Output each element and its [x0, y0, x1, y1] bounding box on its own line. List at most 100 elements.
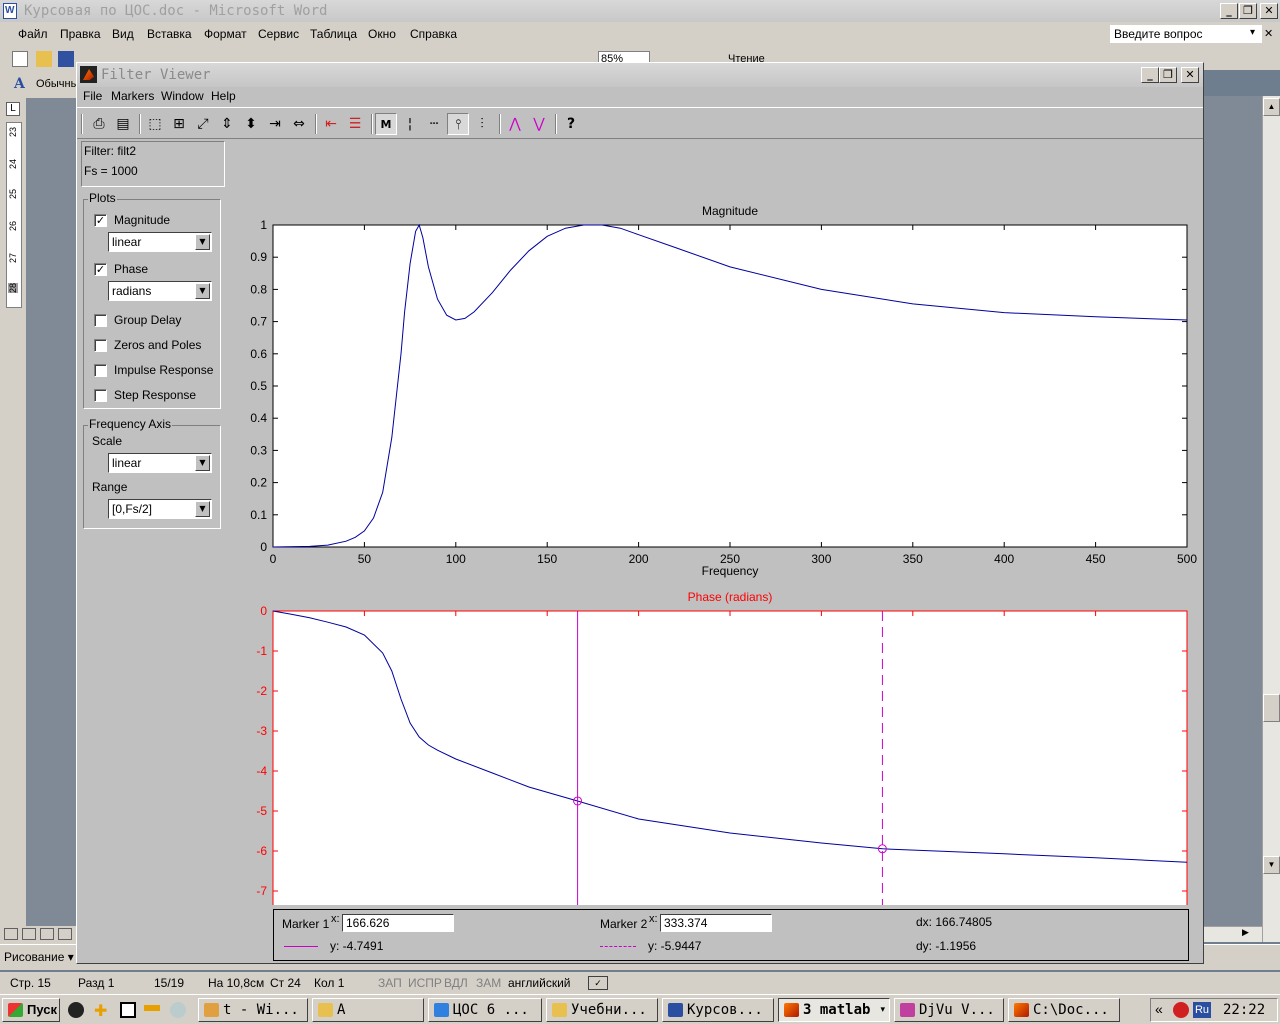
status-section: Разд 1 — [78, 976, 115, 990]
status-ext[interactable]: ВДЛ — [444, 976, 468, 990]
word-minimize-button[interactable]: _ — [1220, 3, 1238, 19]
marker2-x-input[interactable]: 333.374 — [660, 914, 772, 932]
quicklaunch-icon-4[interactable] — [144, 1005, 160, 1011]
word-menu-window[interactable]: Окно — [368, 27, 396, 41]
fv-close-button[interactable]: ✕ — [1181, 67, 1199, 83]
tray-expand-icon[interactable]: « — [1155, 1001, 1163, 1017]
task-dsp[interactable]: ЦОС 6 ... — [428, 998, 542, 1022]
word-doc-close-icon[interactable]: ✕ — [1264, 27, 1273, 40]
marker-left-icon[interactable]: ⇤ — [320, 113, 342, 135]
zoom-box-icon[interactable]: ⬚ — [144, 113, 166, 135]
plots-area[interactable]: MagnitudeFrequency0 50 100 150 200 250 300 350 4… — [227, 139, 1201, 905]
print-view-icon[interactable] — [40, 928, 54, 940]
task-djvu[interactable]: DjVu V... — [894, 998, 1004, 1022]
frequency-range-select[interactable]: [0,Fs/2] ▼ — [108, 499, 212, 519]
zoom-y-in-icon[interactable]: ⬍ — [240, 113, 262, 135]
fv-maximize-button[interactable]: ❐ — [1159, 67, 1177, 83]
word-menu-view[interactable]: Вид — [112, 27, 134, 41]
quicklaunch-icon-1[interactable] — [68, 1002, 84, 1018]
word-close-button[interactable]: ✕ — [1260, 3, 1278, 19]
fv-menu-markers[interactable]: Markers — [111, 89, 154, 103]
start-button[interactable]: Пуск — [2, 998, 60, 1022]
web-view-icon[interactable] — [22, 928, 36, 940]
x-tick-label: 50 — [358, 552, 372, 566]
status-column: Кол 1 — [314, 976, 345, 990]
status-language: английский — [508, 976, 571, 990]
frequency-scale-select[interactable]: linear ▼ — [108, 453, 212, 473]
whats-this-help-icon[interactable]: ? — [560, 113, 582, 135]
word-menu-format[interactable]: Формат — [204, 27, 247, 41]
status-ovr[interactable]: ЗАМ — [476, 976, 501, 990]
styles-icon[interactable]: A — [14, 76, 25, 92]
valleys-icon[interactable]: ⋁ — [528, 113, 550, 135]
status-trk[interactable]: ИСПР — [408, 976, 442, 990]
new-document-icon[interactable] — [12, 51, 28, 67]
task-matlab[interactable]: 3 matlab ▾ — [778, 998, 890, 1022]
taskbar: Пуск ✚ t - Wi... A ЦОС 6 ... Учебни... К… — [0, 994, 1280, 1024]
zoom-out-icon[interactable]: ⤢ — [192, 113, 214, 135]
outline-view-icon[interactable] — [58, 928, 72, 940]
y-tick-label: -2 — [256, 684, 267, 698]
status-rec[interactable]: ЗАП — [378, 976, 402, 990]
ask-dropdown-icon[interactable]: ▾ — [1250, 27, 1255, 38]
filter-name: Filter: filt2 — [84, 144, 137, 158]
fv-menu-help[interactable]: Help — [211, 89, 236, 103]
scroll-up-icon[interactable]: ▲ — [1263, 98, 1280, 116]
spelling-status-icon[interactable]: ✓ — [588, 976, 608, 990]
word-menu-file[interactable]: Файл — [18, 27, 48, 41]
track-marker-icon[interactable]: ⫯ — [447, 113, 469, 135]
chevron-down-icon[interactable]: ▼ — [195, 501, 210, 517]
tray-app-icon[interactable] — [1173, 1002, 1189, 1018]
language-indicator[interactable]: Ru — [1193, 1002, 1211, 1018]
x-tick-label: 100 — [446, 552, 466, 566]
zoom-x-in-icon[interactable]: ⇔ — [288, 113, 310, 135]
horizontal-marker-icon[interactable]: ┄ — [423, 113, 445, 135]
zoom-y-icon[interactable]: ⇕ — [216, 113, 238, 135]
word-menu-edit[interactable]: Правка — [60, 27, 101, 41]
drawing-menu-button[interactable]: Рисование ▾ — [4, 950, 74, 964]
marker1-x-input[interactable]: 166.626 — [342, 914, 454, 932]
chevron-down-icon[interactable]: ▼ — [195, 455, 210, 471]
open-folder-icon[interactable] — [36, 51, 52, 67]
scroll-down-icon[interactable]: ▼ — [1263, 856, 1280, 874]
task-course[interactable]: Курсов... — [662, 998, 774, 1022]
fv-menu-window[interactable]: Window — [161, 89, 204, 103]
magnitude-check-icon[interactable]: ✓ — [94, 214, 107, 227]
fv-minimize-button[interactable]: _ — [1141, 67, 1159, 83]
print-icon[interactable]: ⎙ — [88, 113, 110, 135]
word-menu-tools[interactable]: Сервис — [258, 27, 299, 41]
save-icon[interactable] — [58, 51, 74, 67]
zoom-all-icon[interactable]: ⊞ — [168, 113, 190, 135]
task-textbook[interactable]: Учебни... — [546, 998, 658, 1022]
word-menu-insert[interactable]: Вставка — [147, 27, 192, 41]
quicklaunch-icon-2[interactable]: ✚ — [94, 1001, 107, 1020]
peaks-icon[interactable]: ⋀ — [504, 113, 526, 135]
fv-menu-file[interactable]: File — [83, 89, 102, 103]
normal-view-icon[interactable] — [4, 928, 18, 940]
chevron-down-icon[interactable]: ▼ — [195, 234, 210, 250]
print-preview-icon[interactable]: ▤ — [112, 113, 134, 135]
word-menu-help[interactable]: Справка — [410, 27, 457, 41]
quicklaunch-icon-3[interactable] — [120, 1002, 136, 1018]
magnitude-scale-select[interactable]: linear ▼ — [108, 232, 212, 252]
chevron-down-icon[interactable]: ▼ — [195, 283, 210, 299]
phase-units-select[interactable]: radians ▼ — [108, 281, 212, 301]
marker-mode-icon[interactable]: M — [375, 113, 397, 135]
zoom-x-icon[interactable]: ⇥ — [264, 113, 286, 135]
scroll-thumb[interactable] — [1263, 694, 1280, 722]
vertical-marker-icon[interactable]: ¦ — [399, 113, 421, 135]
task-wi[interactable]: t - Wi... — [198, 998, 308, 1022]
frequency-axis-legend: Frequency Axis — [88, 417, 173, 431]
word-vertical-scrollbar[interactable]: ▲ ▼ — [1262, 96, 1280, 942]
task-cmd[interactable]: C:\Doc... — [1008, 998, 1120, 1022]
ask-question-input[interactable]: Введите вопрос — [1110, 25, 1262, 43]
task-a[interactable]: A — [312, 998, 424, 1022]
marker-lines-icon[interactable]: ☰ — [344, 113, 366, 135]
tab-selector-icon[interactable]: L — [6, 102, 20, 116]
scroll-right-icon[interactable]: ▶ — [1242, 927, 1249, 938]
quicklaunch-icon-5[interactable] — [170, 1002, 186, 1018]
word-menu-table[interactable]: Таблица — [310, 27, 357, 41]
slope-marker-icon[interactable]: ⫶ — [471, 113, 493, 135]
phase-check-icon[interactable]: ✓ — [94, 263, 107, 276]
word-maximize-button[interactable]: ❐ — [1239, 3, 1257, 19]
